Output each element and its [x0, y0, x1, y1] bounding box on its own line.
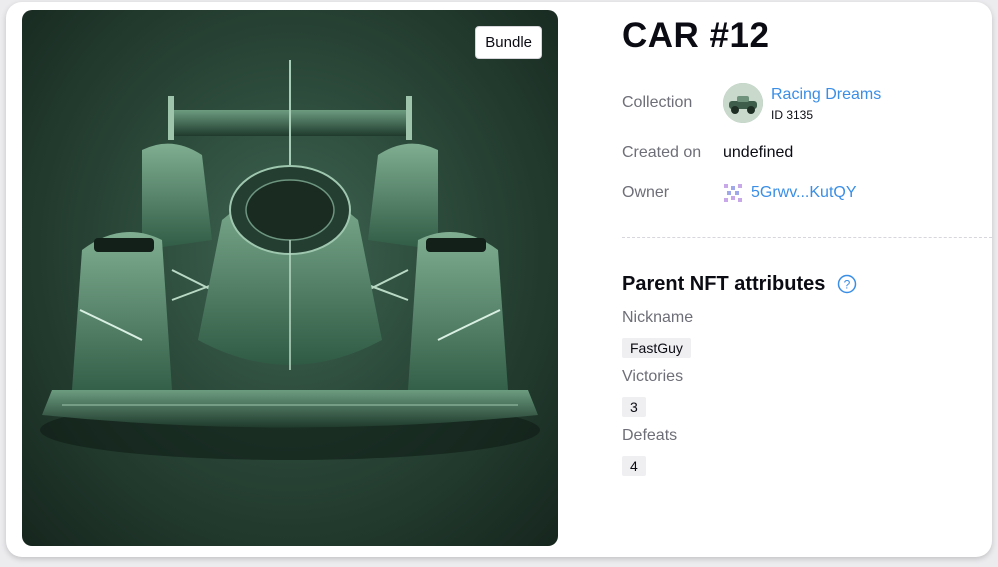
svg-text:?: ?	[844, 278, 851, 292]
nft-image[interactable]: Bundle	[22, 10, 558, 546]
collection-id: ID 3135	[771, 108, 814, 122]
created-on-label: Created on	[622, 144, 702, 161]
attribute-label-nickname: Nickname	[622, 309, 694, 326]
racing-car-illustration	[40, 60, 540, 460]
bundle-badge: Bundle	[475, 26, 542, 59]
attribute-label-defeats: Defeats	[622, 427, 678, 444]
nft-detail-card: Bundle CAR #12 Collection Racing Dreams …	[6, 2, 992, 557]
collection-avatar-image	[723, 83, 763, 123]
attribute-value-victories: 3	[622, 397, 646, 417]
attribute-value-defeats: 4	[622, 456, 646, 476]
owner-address-link[interactable]: 5Grwv...KutQY	[751, 184, 857, 202]
created-on-value: undefined	[723, 144, 794, 161]
owner-label: Owner	[622, 184, 670, 201]
collection-name-link[interactable]: Racing Dreams	[771, 86, 881, 104]
attribute-value-nickname: FastGuy	[622, 338, 691, 358]
attributes-section-title: Parent NFT attributes	[622, 273, 826, 295]
collection-avatar[interactable]	[723, 83, 763, 123]
collection-label: Collection	[622, 94, 693, 111]
nft-title: CAR #12	[622, 16, 770, 55]
identicon-icon	[724, 184, 742, 202]
help-circle-icon[interactable]: ?	[837, 274, 857, 294]
divider	[622, 237, 992, 238]
attribute-label-victories: Victories	[622, 368, 684, 385]
